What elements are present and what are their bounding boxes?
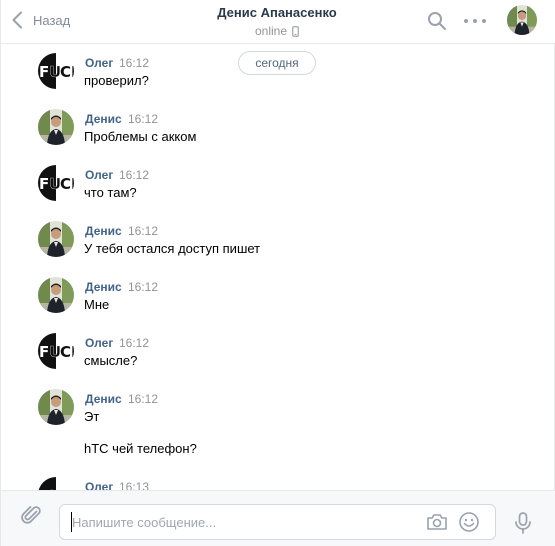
dot	[464, 19, 468, 23]
back-label: Назад	[33, 12, 71, 28]
message-time: 16:12	[128, 224, 159, 238]
chat-header: Назад Денис Апанасенко online	[1, 0, 555, 44]
header-avatar[interactable]	[507, 5, 537, 35]
chat-window: Назад Денис Апанасенко online сегодня Ол…	[0, 0, 555, 546]
avatar[interactable]	[38, 333, 74, 369]
author-name[interactable]: Олег	[85, 56, 113, 70]
back-button[interactable]: Назад	[11, 9, 70, 31]
message-input[interactable]	[72, 505, 412, 539]
author-name[interactable]: Денис	[85, 112, 122, 126]
author-name[interactable]: Денис	[85, 280, 122, 294]
author-name[interactable]: Олег	[85, 336, 113, 350]
author-name[interactable]: Денис	[85, 392, 122, 406]
message-text: Мне	[84, 297, 110, 312]
message-text: проверил?	[84, 73, 149, 88]
search-icon[interactable]	[427, 11, 447, 31]
online-status: online	[171, 24, 383, 38]
avatar[interactable]	[38, 53, 74, 89]
avatar[interactable]	[38, 277, 74, 313]
smile-icon[interactable]	[458, 511, 480, 533]
microphone-icon[interactable]	[513, 512, 533, 534]
mobile-phone-icon	[292, 25, 299, 37]
chat-title-block[interactable]: Денис Апанасенко online	[171, 5, 383, 38]
avatar[interactable]	[38, 389, 74, 425]
avatar-image	[507, 5, 537, 35]
avatar[interactable]	[38, 165, 74, 201]
author-name[interactable]: Олег	[85, 480, 113, 490]
chevron-left-icon	[12, 11, 22, 29]
more-dots-icon[interactable]	[464, 12, 486, 30]
dot	[473, 19, 477, 23]
message-text: Эт	[84, 409, 100, 424]
message-text: Проблемы с акком	[84, 129, 197, 144]
message-history[interactable]: сегодня Олег 16:12 проверил? Денис 16:12…	[1, 44, 555, 490]
author-name[interactable]: Денис	[85, 224, 122, 238]
message-text: hTC чей телефон?	[84, 441, 197, 456]
message-time: 16:12	[119, 168, 150, 182]
message-composer	[1, 490, 555, 546]
message-time: 16:12	[119, 336, 150, 350]
message-time: 16:12	[128, 280, 159, 294]
message-time: 16:12	[128, 112, 159, 126]
dot	[482, 19, 486, 23]
author-name[interactable]: Олег	[85, 168, 113, 182]
chat-title: Денис Апанасенко	[217, 5, 337, 20]
message-time: 16:13	[119, 480, 150, 490]
message-text: У тебя остался доступ пишет	[84, 241, 261, 256]
message-time: 16:12	[128, 392, 159, 406]
avatar[interactable]	[38, 109, 74, 145]
paperclip-icon[interactable]	[21, 504, 43, 526]
message-input-box[interactable]	[59, 504, 496, 540]
message-time: 16:12	[119, 56, 150, 70]
message-text: смысле?	[84, 353, 138, 368]
status-text: online	[254, 24, 288, 38]
message-text: что там?	[84, 185, 137, 200]
avatar[interactable]	[38, 477, 74, 490]
camera-icon[interactable]	[426, 512, 448, 532]
avatar[interactable]	[38, 221, 74, 257]
date-separator[interactable]: сегодня	[238, 51, 316, 75]
